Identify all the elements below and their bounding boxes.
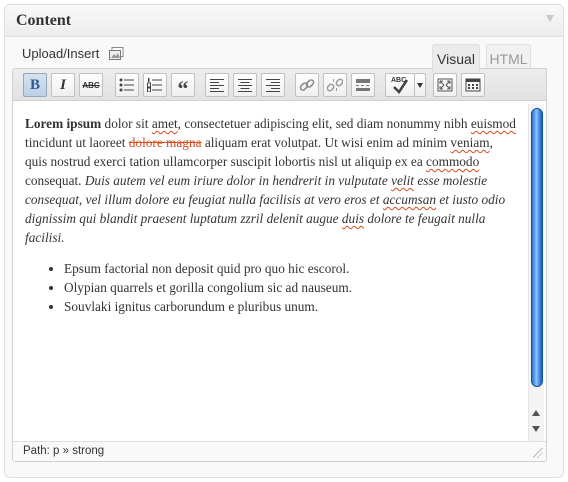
unlink-icon bbox=[327, 78, 343, 92]
paragraph: Lorem ipsum dolor sit amet, consectetuer… bbox=[25, 114, 516, 247]
misspelled-word[interactable]: velit bbox=[391, 173, 414, 188]
bold-button[interactable]: B bbox=[23, 73, 47, 97]
text-run: aliquam erat volutpat. Ut wisi enim ad m… bbox=[201, 135, 451, 150]
unlink-button[interactable] bbox=[323, 73, 347, 97]
collapse-toggle-icon[interactable] bbox=[546, 15, 554, 22]
spellcheck-button[interactable]: ABC bbox=[385, 73, 415, 97]
kitchen-sink-button[interactable] bbox=[461, 73, 485, 97]
align-center-icon bbox=[238, 79, 252, 92]
upload-insert-label: Upload/Insert bbox=[22, 46, 100, 61]
misspelled-word[interactable]: veniam bbox=[450, 135, 489, 150]
spellcheck-label: ABC bbox=[391, 77, 407, 84]
scroll-down-arrow-icon[interactable] bbox=[532, 426, 540, 432]
align-right-button[interactable] bbox=[261, 73, 285, 97]
align-center-button[interactable] bbox=[233, 73, 257, 97]
kitchen-sink-icon bbox=[465, 78, 481, 92]
vertical-scrollbar[interactable] bbox=[528, 104, 544, 443]
list-item: Epsum factorial non deposit quid pro quo… bbox=[64, 259, 516, 278]
postbox-header[interactable]: Content bbox=[5, 5, 563, 37]
list-item: Souvlaki ignitus carborundum e pluribus … bbox=[64, 297, 516, 316]
text-run: tincidunt ut laoreet bbox=[25, 135, 129, 150]
misspelled-word[interactable]: amet bbox=[152, 116, 178, 131]
align-right-icon bbox=[266, 79, 280, 92]
tab-visual[interactable]: Visual bbox=[432, 44, 480, 73]
more-tag-icon bbox=[356, 79, 370, 91]
bulleted-list-button[interactable] bbox=[115, 73, 139, 97]
resize-grip-icon[interactable] bbox=[533, 448, 543, 458]
text-run: dolor sit bbox=[101, 116, 152, 131]
fullscreen-icon bbox=[437, 78, 453, 92]
visual-editor: B I ABC “ ABC Lorem ipsum dolor sit amet… bbox=[12, 68, 547, 462]
align-left-icon bbox=[210, 79, 224, 92]
scrollbar-thumb[interactable] bbox=[531, 108, 543, 387]
misspelled-word[interactable]: euismod bbox=[471, 116, 516, 131]
misspelled-word[interactable]: accumsan bbox=[383, 192, 436, 207]
bold-icon: B bbox=[29, 76, 40, 93]
italic-icon: I bbox=[60, 76, 66, 93]
numbered-list-icon bbox=[147, 78, 162, 92]
link-icon bbox=[299, 79, 315, 91]
fullscreen-button[interactable] bbox=[433, 73, 457, 97]
editor-content[interactable]: Lorem ipsum dolor sit amet, consectetuer… bbox=[13, 102, 528, 442]
numbered-list-button[interactable] bbox=[143, 73, 167, 97]
align-left-button[interactable] bbox=[205, 73, 229, 97]
insert-link-button[interactable] bbox=[295, 73, 319, 97]
editor-toolbar: B I ABC “ ABC bbox=[13, 69, 546, 101]
bulleted-list-icon bbox=[119, 78, 134, 92]
text-run: consequat. bbox=[25, 173, 85, 188]
upload-insert: Upload/Insert bbox=[22, 46, 124, 61]
spellcheck-dropdown-button[interactable] bbox=[414, 73, 426, 97]
chevron-down-icon bbox=[417, 82, 423, 88]
italic-button[interactable]: I bbox=[51, 73, 75, 97]
list-item: Olypian quarrels et gorilla congolium si… bbox=[64, 278, 516, 297]
strikethrough-button[interactable]: ABC bbox=[79, 73, 103, 97]
misspelled-word[interactable]: duis bbox=[342, 211, 364, 226]
element-path-bar: Path: p » strong bbox=[13, 441, 546, 461]
text-run: , consectetuer adipiscing elit, sed diam… bbox=[177, 116, 471, 131]
strikethrough-icon: ABC bbox=[82, 80, 100, 90]
bold-text: Lorem ipsum bbox=[25, 116, 102, 131]
bulleted-list: Epsum factorial non deposit quid pro quo… bbox=[25, 259, 516, 316]
blockquote-button[interactable]: “ bbox=[171, 73, 195, 101]
insert-more-tag-button[interactable] bbox=[351, 73, 375, 97]
scroll-up-arrow-icon[interactable] bbox=[532, 410, 540, 416]
element-path[interactable]: Path: p » strong bbox=[23, 445, 104, 457]
italic-text: Duis autem vel eum iriure dolor in hendr… bbox=[84, 173, 392, 188]
strikethrough-text: dolore magna bbox=[128, 135, 202, 150]
blockquote-icon: “ bbox=[177, 76, 189, 101]
postbox-title: Content bbox=[16, 12, 72, 29]
misspelled-word[interactable]: commodo bbox=[426, 154, 479, 169]
add-media-icon[interactable] bbox=[109, 46, 124, 61]
